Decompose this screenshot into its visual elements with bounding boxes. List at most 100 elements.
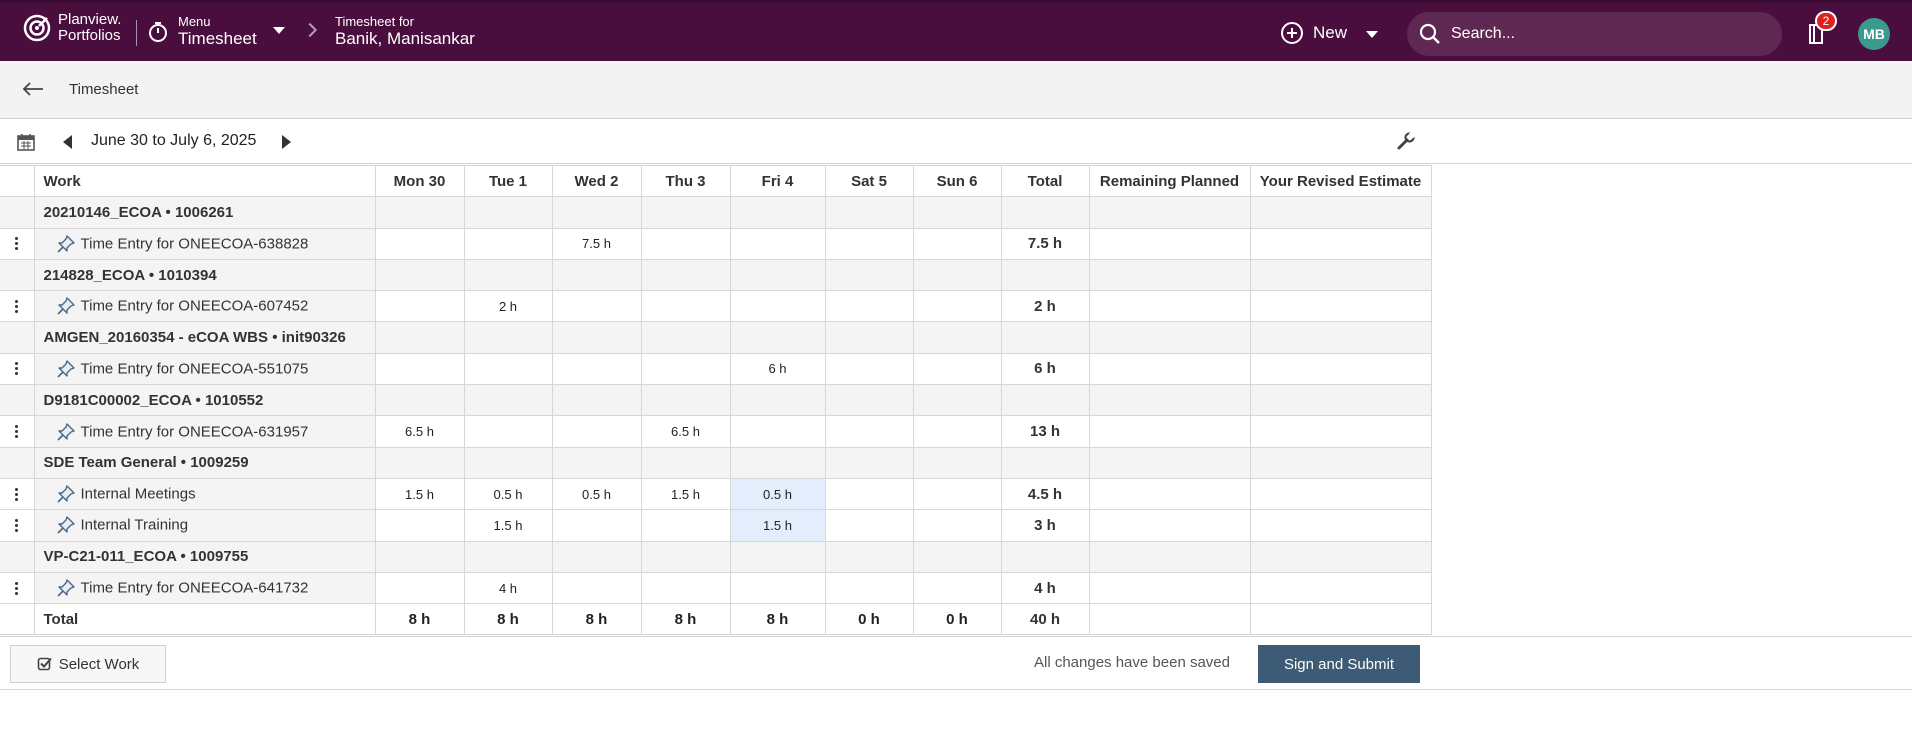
- revised-estimate-cell[interactable]: [1249, 352, 1432, 386]
- hours-cell-thu[interactable]: 1.5 h: [640, 477, 731, 511]
- hours-cell-sun[interactable]: [912, 290, 1002, 323]
- hours-cell-sat[interactable]: [824, 227, 914, 260]
- kebab-menu-icon[interactable]: [14, 487, 19, 501]
- revised-estimate-cell[interactable]: [1249, 509, 1432, 542]
- hours-cell-sat[interactable]: [824, 571, 914, 605]
- hours-cell-sun[interactable]: [912, 509, 1002, 542]
- entry-label[interactable]: Internal Training: [81, 517, 189, 534]
- search-box[interactable]: [1407, 12, 1782, 56]
- entry-label[interactable]: Time Entry for ONEECOA-641732: [81, 580, 309, 597]
- hours-cell-tue[interactable]: 4 h: [463, 571, 553, 605]
- hours-cell-wed[interactable]: [551, 509, 642, 542]
- entry-label[interactable]: Internal Meetings: [81, 486, 196, 503]
- hours-cell-tue[interactable]: [463, 352, 553, 386]
- hours-cell-tue[interactable]: [463, 227, 553, 260]
- hours-cell-thu[interactable]: [640, 227, 731, 260]
- kebab-menu-icon[interactable]: [14, 299, 19, 313]
- revised-estimate-cell[interactable]: [1249, 415, 1432, 448]
- hours-cell-sun[interactable]: [912, 227, 1002, 260]
- column-header-work[interactable]: Work: [33, 164, 376, 198]
- hours-cell-fri[interactable]: [729, 415, 826, 448]
- hours-cell-tue[interactable]: 1.5 h: [463, 509, 553, 542]
- pin-icon[interactable]: [55, 295, 77, 317]
- hours-cell-wed[interactable]: [551, 415, 642, 448]
- row-actions-cell[interactable]: [0, 509, 35, 542]
- hours-cell-thu[interactable]: [640, 509, 731, 542]
- hours-cell-fri[interactable]: 0.5 h: [729, 477, 826, 511]
- entry-label[interactable]: Time Entry for ONEECOA-607452: [81, 298, 309, 315]
- entry-label[interactable]: Time Entry for ONEECOA-551075: [81, 360, 309, 377]
- hours-cell-fri[interactable]: [729, 227, 826, 260]
- hours-cell-mon[interactable]: [374, 509, 465, 542]
- row-actions-cell[interactable]: [0, 290, 35, 323]
- hours-cell-sat[interactable]: [824, 415, 914, 448]
- row-actions-cell[interactable]: [0, 352, 35, 386]
- revised-estimate-cell[interactable]: [1249, 571, 1432, 605]
- wrench-settings-icon[interactable]: [1396, 131, 1416, 151]
- row-actions-cell[interactable]: [0, 477, 35, 511]
- hours-cell-fri[interactable]: [729, 571, 826, 605]
- hours-cell-mon[interactable]: 6.5 h: [374, 415, 465, 448]
- hours-cell-mon[interactable]: 1.5 h: [374, 477, 465, 511]
- hours-cell-sun[interactable]: [912, 571, 1002, 605]
- menu-button[interactable]: Menu Timesheet: [148, 14, 257, 49]
- hours-cell-sat[interactable]: [824, 290, 914, 323]
- user-avatar[interactable]: MB: [1858, 18, 1890, 50]
- select-work-button[interactable]: Select Work: [10, 645, 166, 683]
- row-actions-cell[interactable]: [0, 571, 35, 605]
- kebab-menu-icon[interactable]: [14, 362, 19, 376]
- new-dropdown-caret-icon[interactable]: [1366, 31, 1378, 38]
- pin-icon[interactable]: [55, 233, 77, 255]
- pin-icon[interactable]: [55, 483, 77, 505]
- hours-cell-wed[interactable]: 0.5 h: [551, 477, 642, 511]
- hours-cell-tue[interactable]: 2 h: [463, 290, 553, 323]
- menu-dropdown-caret-icon[interactable]: [273, 27, 285, 34]
- hours-cell-fri[interactable]: 1.5 h: [729, 509, 826, 542]
- row-actions-cell[interactable]: [0, 415, 35, 448]
- hours-cell-sat[interactable]: [824, 477, 914, 511]
- hours-cell-mon[interactable]: [374, 227, 465, 260]
- entry-label[interactable]: Time Entry for ONEECOA-638828: [81, 235, 309, 252]
- hours-cell-sun[interactable]: [912, 352, 1002, 386]
- entry-label[interactable]: Time Entry for ONEECOA-631957: [81, 423, 309, 440]
- hours-cell-tue[interactable]: 0.5 h: [463, 477, 553, 511]
- kebab-menu-icon[interactable]: [14, 425, 19, 439]
- search-input[interactable]: [1451, 25, 1751, 43]
- hours-cell-sat[interactable]: [824, 509, 914, 542]
- kebab-menu-icon[interactable]: [14, 581, 19, 595]
- pin-icon[interactable]: [55, 421, 77, 443]
- hours-cell-mon[interactable]: [374, 290, 465, 323]
- revised-estimate-cell[interactable]: [1249, 477, 1432, 511]
- hours-cell-sun[interactable]: [912, 415, 1002, 448]
- hours-cell-sat[interactable]: [824, 352, 914, 386]
- hours-cell-wed[interactable]: 7.5 h: [551, 227, 642, 260]
- hours-cell-sun[interactable]: [912, 477, 1002, 511]
- planview-logo[interactable]: Planview. Portfolios: [22, 12, 121, 44]
- hours-cell-mon[interactable]: [374, 352, 465, 386]
- pin-icon[interactable]: [55, 577, 77, 599]
- back-arrow-icon[interactable]: [22, 81, 44, 97]
- hours-cell-thu[interactable]: [640, 352, 731, 386]
- pin-icon[interactable]: [55, 514, 77, 536]
- new-button[interactable]: New: [1281, 22, 1347, 44]
- next-period-icon[interactable]: [282, 135, 291, 149]
- revised-estimate-cell[interactable]: [1249, 227, 1432, 260]
- hours-cell-fri[interactable]: 6 h: [729, 352, 826, 386]
- previous-period-icon[interactable]: [63, 135, 72, 149]
- hours-cell-mon[interactable]: [374, 571, 465, 605]
- hours-cell-thu[interactable]: [640, 290, 731, 323]
- hours-cell-wed[interactable]: [551, 352, 642, 386]
- kebab-menu-icon[interactable]: [14, 518, 19, 532]
- hours-cell-wed[interactable]: [551, 571, 642, 605]
- hours-cell-wed[interactable]: [551, 290, 642, 323]
- hours-cell-fri[interactable]: [729, 290, 826, 323]
- calendar-icon[interactable]: [17, 133, 35, 151]
- sign-and-submit-button[interactable]: Sign and Submit: [1258, 645, 1420, 683]
- hours-cell-thu[interactable]: [640, 571, 731, 605]
- row-actions-cell[interactable]: [0, 227, 35, 260]
- pin-icon[interactable]: [55, 358, 77, 380]
- kebab-menu-icon[interactable]: [14, 237, 19, 251]
- hours-cell-tue[interactable]: [463, 415, 553, 448]
- hours-cell-thu[interactable]: 6.5 h: [640, 415, 731, 448]
- revised-estimate-cell[interactable]: [1249, 290, 1432, 323]
